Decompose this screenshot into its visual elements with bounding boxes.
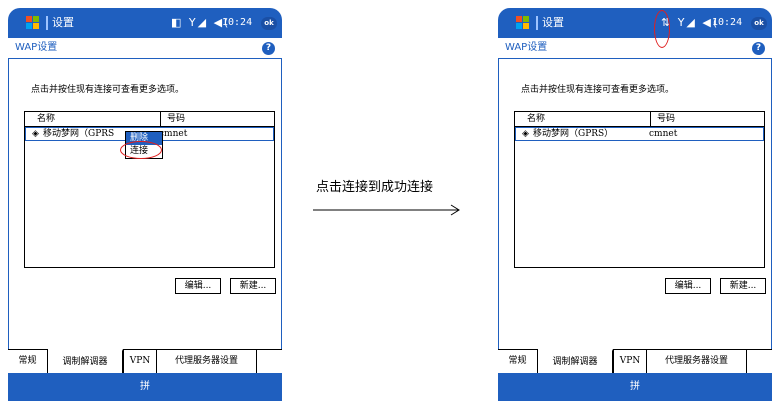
highlight-connect-ellipse	[120, 141, 162, 159]
connection-number: cmnet	[649, 129, 678, 139]
tab-proxy[interactable]: 代理服务器设置	[157, 350, 257, 373]
info-text: 点击并按住现有连接可查看更多选项。	[521, 85, 675, 95]
connection-number: cmnet	[159, 129, 188, 139]
content-area: 点击并按住现有连接可查看更多选项。 名称 号码 ◈ 移动梦网（GPRS） cmn…	[498, 59, 772, 349]
new-button[interactable]: 新建...	[720, 278, 766, 294]
page-header: WAP设置 ?	[8, 38, 282, 59]
softkey-bar: 拼	[498, 373, 772, 401]
list-header: 名称 号码	[25, 112, 274, 127]
page-title: WAP设置	[505, 42, 548, 53]
tab-bar: 常规 调制解调器 VPN 代理服务器设置	[498, 349, 772, 373]
column-header-name[interactable]: 名称	[527, 112, 545, 126]
highlight-connection-icon-ellipse	[654, 10, 670, 48]
column-header-number[interactable]: 号码	[650, 112, 675, 126]
column-header-name[interactable]: 名称	[37, 112, 55, 126]
softkey-bar: 拼	[8, 373, 282, 401]
tab-general[interactable]: 常规	[8, 350, 48, 373]
left-phone-screen: 设置 ◧ Y◢ ◀( 10:24 ok WAP设置 ? 点击并按住现有连接可查看…	[8, 8, 282, 401]
page-header: WAP设置 ?	[498, 38, 772, 59]
edit-button[interactable]: 编辑...	[665, 278, 711, 294]
ok-button[interactable]: ok	[261, 17, 277, 30]
input-method-softkey[interactable]: 拼	[630, 381, 640, 392]
selected-radio-icon: ◈	[32, 129, 39, 139]
tab-vpn[interactable]: VPN	[123, 350, 157, 373]
list-item[interactable]: ◈ 移动梦网（GPRS） cmnet	[515, 127, 764, 141]
connection-name: 移动梦网（GPRS）	[533, 129, 614, 139]
clock-time: 10:24	[222, 17, 253, 28]
title-separator	[46, 16, 48, 30]
selected-radio-icon: ◈	[522, 129, 529, 139]
help-icon[interactable]: ?	[752, 42, 765, 55]
tab-modem[interactable]: 调制解调器	[538, 349, 613, 373]
content-area: 点击并按住现有连接可查看更多选项。 名称 号码 ◈ 移动梦网（GPRS cmne…	[8, 59, 282, 349]
page-title: WAP设置	[15, 42, 58, 53]
clock-time: 10:24	[712, 17, 743, 28]
transition-caption: 点击连接到成功连接	[316, 180, 434, 195]
title-bar: 设置 ◧ Y◢ ◀( 10:24 ok	[8, 8, 282, 38]
title-separator	[536, 16, 538, 30]
right-arrow-icon	[313, 204, 460, 216]
tab-bar: 常规 调制解调器 VPN 代理服务器设置	[8, 349, 282, 373]
tab-proxy[interactable]: 代理服务器设置	[647, 350, 747, 373]
tab-vpn[interactable]: VPN	[613, 350, 647, 373]
start-menu-icon[interactable]	[26, 16, 40, 30]
input-method-softkey[interactable]: 拼	[140, 381, 150, 392]
window-title: 设置	[542, 16, 564, 29]
edit-button[interactable]: 编辑...	[175, 278, 221, 294]
start-menu-icon[interactable]	[516, 16, 530, 30]
info-text: 点击并按住现有连接可查看更多选项。	[31, 85, 185, 95]
column-header-number[interactable]: 号码	[160, 112, 185, 126]
list-header: 名称 号码	[515, 112, 764, 127]
help-icon[interactable]: ?	[262, 42, 275, 55]
tab-modem[interactable]: 调制解调器	[48, 349, 123, 373]
new-button[interactable]: 新建...	[230, 278, 276, 294]
connection-list: 名称 号码 ◈ 移动梦网（GPRS） cmnet	[514, 111, 765, 268]
window-title: 设置	[52, 16, 74, 29]
title-bar: 设置 ⇅ Y◢ ◀( 10:24 ok	[498, 8, 772, 38]
tab-general[interactable]: 常规	[498, 350, 538, 373]
ok-button[interactable]: ok	[751, 17, 767, 30]
connection-name: 移动梦网（GPRS	[43, 129, 115, 139]
right-phone-screen: 设置 ⇅ Y◢ ◀( 10:24 ok WAP设置 ? 点击并按住现有连接可查看…	[498, 8, 772, 401]
